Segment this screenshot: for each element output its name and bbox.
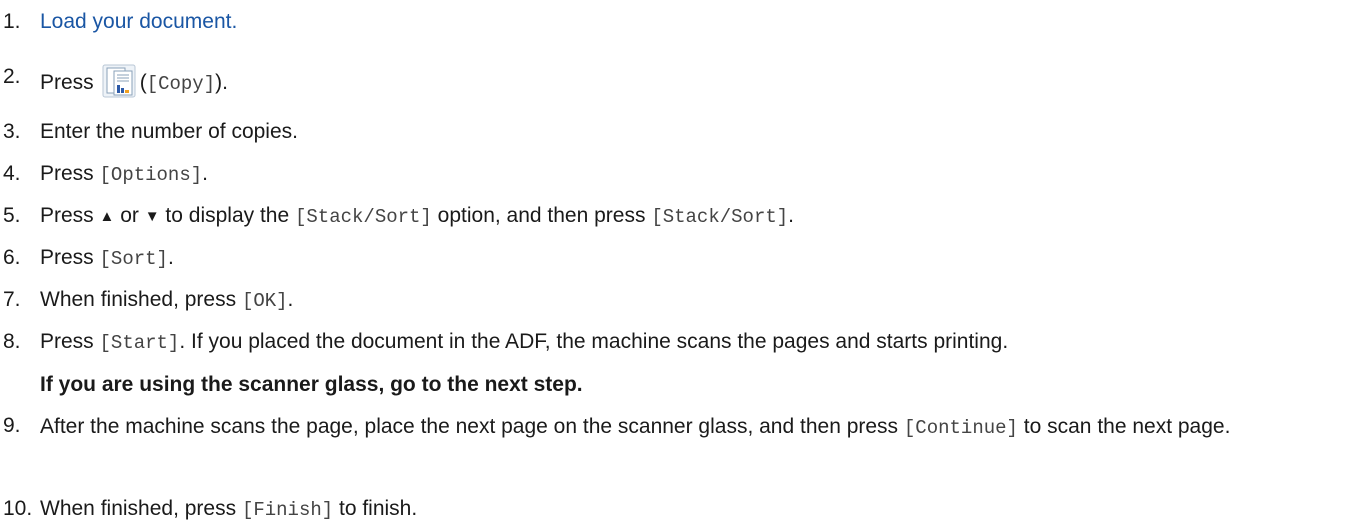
step-text: Press [Options]. bbox=[40, 161, 208, 188]
step-5: 5. Press ▲ or ▼ to display the [Stack/So… bbox=[3, 203, 794, 230]
step-text: When finished, press [Finish] to finish. bbox=[40, 496, 417, 523]
continue-key: [Continue] bbox=[903, 417, 1018, 439]
step-text-segment: or bbox=[114, 204, 145, 227]
step-text: Press [Start]. If you placed the documen… bbox=[40, 329, 1008, 356]
step-text-segment: Press bbox=[40, 71, 94, 94]
step-3: 3. Enter the number of copies. bbox=[3, 119, 298, 145]
step-7: 7. When finished, press [OK]. bbox=[3, 287, 293, 314]
step-text-segment: . bbox=[287, 288, 294, 311]
stack-sort-key: [Stack/Sort] bbox=[651, 206, 789, 228]
step-number: 8. bbox=[3, 330, 21, 353]
step-text-segment: After the machine scans the page, place … bbox=[40, 415, 904, 438]
step-number: 3. bbox=[3, 120, 21, 143]
step-4: 4. Press [Options]. bbox=[3, 161, 208, 188]
step-text-segment: ( bbox=[139, 71, 147, 94]
options-key: [Options] bbox=[99, 164, 203, 186]
step-text: Press [Sort]. bbox=[40, 245, 174, 272]
step-8-note: If you are using the scanner glass, go t… bbox=[3, 372, 583, 398]
step-9: 9. After the machine scans the page, pla… bbox=[3, 413, 1330, 442]
step-text-segment: Press bbox=[40, 204, 100, 227]
step-text-segment: When finished, press bbox=[40, 288, 242, 311]
step-text-segment: When finished, press bbox=[40, 497, 242, 520]
step-text: Enter the number of copies. bbox=[40, 120, 298, 143]
step-text-segment: to finish. bbox=[333, 497, 418, 520]
step-number: 7. bbox=[3, 288, 21, 311]
step-number: 1. bbox=[3, 10, 21, 33]
step-number: 2. bbox=[3, 65, 21, 88]
step-text-segment: Press bbox=[40, 162, 100, 185]
step-text: After the machine scans the page, place … bbox=[40, 413, 1330, 442]
step-number: 6. bbox=[3, 246, 21, 269]
step-text-segment: Press bbox=[40, 246, 100, 269]
step-text-segment: . bbox=[788, 204, 794, 227]
step-text-segment: option, and then press bbox=[431, 204, 652, 227]
step-text-segment: . bbox=[202, 162, 208, 185]
steps-list: 1. Load your document. 2. Press ([Copy])… bbox=[0, 0, 1352, 531]
step-text-segment: to scan the next page. bbox=[1017, 415, 1231, 438]
step-text-segment: . If you placed the document in the ADF,… bbox=[179, 330, 1009, 353]
ok-key: [OK] bbox=[241, 290, 288, 312]
step-8: 8. Press [Start]. If you placed the docu… bbox=[3, 329, 1008, 356]
step-text: When finished, press [OK]. bbox=[40, 287, 293, 314]
step-text: Press ([Copy]). bbox=[40, 64, 228, 98]
step-text-segment: ). bbox=[215, 71, 228, 94]
step-number: 5. bbox=[3, 204, 21, 227]
finish-key: [Finish] bbox=[241, 499, 334, 521]
step-1: 1. Load your document. bbox=[3, 9, 237, 35]
step-text-segment: to display the bbox=[159, 204, 295, 227]
step-number: 4. bbox=[3, 162, 21, 185]
copy-key: [Copy] bbox=[146, 73, 216, 95]
step-number: 10. bbox=[3, 497, 33, 520]
start-key: [Start] bbox=[99, 332, 180, 354]
scanner-glass-note: If you are using the scanner glass, go t… bbox=[40, 373, 583, 396]
step-text: Press ▲ or ▼ to display the [Stack/Sort]… bbox=[40, 203, 794, 230]
down-arrow-icon: ▼ bbox=[144, 208, 160, 225]
copy-icon bbox=[102, 64, 136, 98]
step-2: 2. Press ([Copy]). bbox=[3, 64, 228, 98]
step-6: 6. Press [Sort]. bbox=[3, 245, 174, 272]
stack-sort-key: [Stack/Sort] bbox=[295, 206, 432, 228]
up-arrow-icon: ▲ bbox=[99, 208, 115, 225]
step-text-segment: . bbox=[167, 246, 174, 269]
step-text-segment: Press bbox=[40, 330, 100, 353]
sort-key: [Sort] bbox=[99, 248, 168, 270]
step-number: 9. bbox=[3, 414, 21, 437]
step-10: 10. When finished, press [Finish] to fin… bbox=[3, 496, 417, 523]
load-document-link[interactable]: Load your document. bbox=[40, 9, 237, 35]
